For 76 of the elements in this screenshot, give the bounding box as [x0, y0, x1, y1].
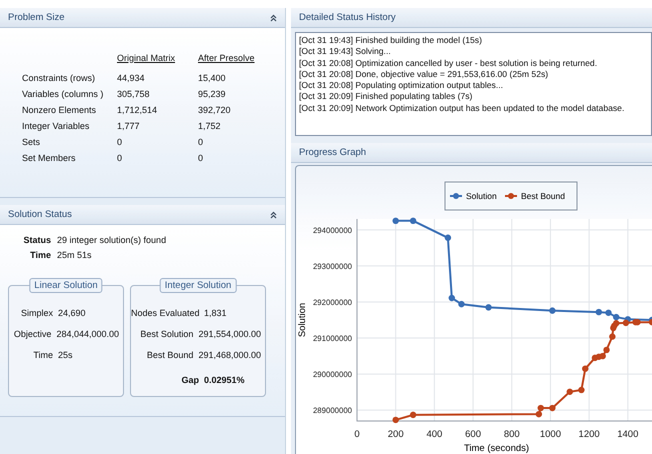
data-point: [485, 304, 492, 311]
legend-marker-icon: [450, 193, 462, 199]
data-point: [549, 404, 556, 412]
group-title: Linear Solution: [29, 278, 103, 294]
panel-title: Solution Status: [8, 208, 72, 220]
field-label: Gap: [180, 375, 199, 387]
row-label: Set Members: [22, 150, 117, 166]
column-header: After Presolve: [198, 52, 255, 63]
axis-tick-label: 0: [354, 429, 360, 440]
data-point: [392, 416, 399, 424]
row-label: Nonzero Elements: [22, 104, 98, 117]
table-cell-text: 1,777: [117, 120, 141, 133]
field-value: 284,044,000.00: [56, 329, 119, 341]
data-point: [458, 300, 465, 308]
table-cell-text: 15,400: [198, 72, 227, 85]
axis-tick-label: 800: [504, 429, 520, 440]
field-label: Time: [29, 250, 51, 262]
table-cell-text: 44,934: [117, 72, 146, 85]
field-label: Simplex: [20, 308, 53, 320]
data-point: [444, 234, 452, 241]
axis-tick-label: 600: [465, 429, 481, 440]
table-cell: 0: [117, 134, 198, 150]
data-point: [596, 308, 602, 316]
row-label: Integer Variables: [22, 120, 90, 133]
field-label: Best Bound: [146, 350, 194, 362]
field-value: 291,554,000.00: [198, 329, 261, 341]
table-cell: 1,712,514: [117, 102, 198, 118]
data-point: [410, 218, 416, 224]
axis-tick-label: 400: [426, 429, 442, 440]
field-value: 291,468,000.00: [198, 350, 261, 362]
data-point: [566, 388, 573, 395]
data-point: [410, 412, 416, 418]
column-header: Original Matrix: [117, 52, 176, 63]
axis-tick-label: 1000: [540, 429, 562, 440]
axis-title: Solution: [297, 302, 308, 338]
field-label: Objective: [12, 329, 52, 341]
legend-label: Best Bound: [521, 191, 565, 201]
table-cell-text: 0: [198, 152, 204, 165]
row-label: Constraints (rows): [22, 70, 117, 86]
legend-marker-icon: [505, 193, 517, 199]
panel-title: Progress Graph: [299, 146, 366, 158]
table-cell-text: 95,239: [198, 88, 227, 101]
axis-tick-label: 1400: [617, 429, 638, 440]
legend-label: Solution: [466, 191, 497, 201]
collapse-icon[interactable]: [270, 14, 277, 22]
panel-title: Detailed Status History: [299, 12, 396, 24]
panel-title: Problem Size: [8, 12, 64, 24]
field-value: 25m 51s: [57, 250, 92, 262]
row-label: Variables (columns ): [22, 86, 117, 102]
axis-tick-label: 1200: [578, 429, 600, 440]
table-cell-text: 392,720: [198, 104, 232, 117]
table-cell: 0: [117, 150, 198, 166]
field-label: Status: [22, 235, 51, 247]
collapse-icon[interactable]: [270, 210, 277, 218]
field-label: Time: [32, 350, 53, 362]
field-label: Best Solution: [139, 329, 194, 341]
field-label: Nodes Evaluated: [131, 308, 199, 320]
data-point: [582, 366, 588, 372]
table-cell-text: 0: [198, 136, 204, 149]
data-point: [392, 218, 399, 224]
data-point: [609, 333, 616, 340]
table-cell-text: 1,752: [198, 120, 222, 133]
field-value: 24,690: [58, 308, 86, 320]
field-value: 25s: [58, 350, 73, 362]
data-point: [448, 294, 455, 302]
data-point: [549, 307, 556, 314]
field-value: 29 integer solution(s) found: [57, 235, 166, 247]
table-cell: 305,758: [117, 86, 198, 102]
axis-title: Time (seconds): [464, 443, 530, 454]
field-value: 1,831: [204, 308, 227, 320]
row-label: Sets: [22, 134, 117, 150]
group-title: Integer Solution: [160, 278, 236, 294]
field-value: 0.02951%: [204, 375, 245, 387]
axis-tick-label: 200: [388, 429, 404, 440]
data-point: [578, 386, 585, 394]
status-log: [Oct 31 19:43] Finished building the model (15s) [Oct 31 19:43] Solving... [Oct 31 20:08] Optimization cancelled by user - best solution is being returned. [Oct 31 20:08] Done, objective value = 291,553,616.00 (25m 52s) [Oct 31 20:08] Populating optimization output tables... [Oct 31 20:09] Finished populating tables (7s) [Oct 31 20:09] Network Optimization output has been updated to the model database.: [295, 32, 652, 136]
